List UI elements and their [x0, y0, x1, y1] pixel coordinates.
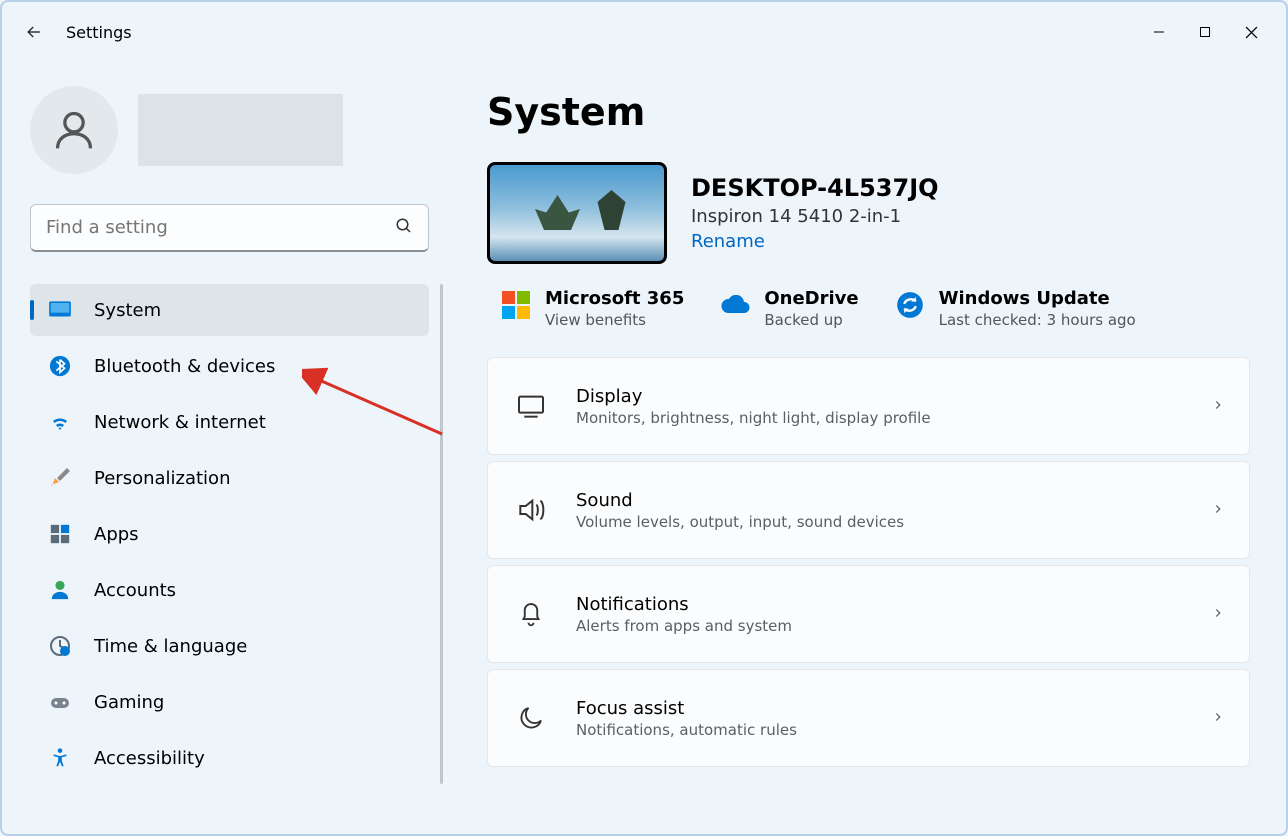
card-focus-assist[interactable]: Focus assist Notifications, automatic ru… — [487, 669, 1250, 767]
sidebar-item-accessibility[interactable]: Accessibility — [30, 732, 429, 784]
sync-icon — [895, 290, 925, 320]
device-header: DESKTOP-4L537JQ Inspiron 14 5410 2-in-1 … — [487, 162, 1250, 264]
sidebar-item-label: Accessibility — [94, 748, 205, 769]
app-title: Settings — [66, 23, 132, 42]
chevron-right-icon — [1211, 709, 1225, 728]
sidebar-item-accounts[interactable]: Accounts — [30, 564, 429, 616]
status-subtitle: Last checked: 3 hours ago — [939, 311, 1136, 329]
bluetooth-icon — [46, 352, 74, 380]
device-info: DESKTOP-4L537JQ Inspiron 14 5410 2-in-1 … — [691, 174, 939, 252]
accessibility-icon — [46, 744, 74, 772]
device-model: Inspiron 14 5410 2-in-1 — [691, 206, 939, 227]
status-row: Microsoft 365 View benefits OneDrive Bac… — [501, 288, 1250, 329]
status-windows-update[interactable]: Windows Update Last checked: 3 hours ago — [895, 288, 1136, 329]
card-subtitle: Notifications, automatic rules — [576, 721, 797, 739]
sidebar-item-bluetooth[interactable]: Bluetooth & devices — [30, 340, 429, 392]
status-title: Microsoft 365 — [545, 288, 684, 309]
card-subtitle: Volume levels, output, input, sound devi… — [576, 513, 904, 531]
maximize-button[interactable] — [1182, 16, 1228, 48]
status-title: OneDrive — [764, 288, 858, 309]
sidebar-item-label: System — [94, 300, 161, 321]
sidebar-item-label: Time & language — [94, 636, 247, 657]
sidebar-item-apps[interactable]: Apps — [30, 508, 429, 560]
sidebar-item-personalization[interactable]: Personalization — [30, 452, 429, 504]
sidebar-item-label: Apps — [94, 524, 139, 545]
person-icon — [52, 108, 96, 152]
sidebar-scrollbar[interactable] — [440, 284, 443, 784]
sidebar: System Bluetooth & devices Network & int… — [2, 62, 457, 834]
status-title: Windows Update — [939, 288, 1136, 309]
sidebar-item-label: Network & internet — [94, 412, 266, 433]
device-name: DESKTOP-4L537JQ — [691, 174, 939, 202]
card-title: Notifications — [576, 594, 792, 615]
chevron-right-icon — [1211, 397, 1225, 416]
avatar — [30, 86, 118, 174]
username-placeholder — [138, 94, 343, 166]
rename-link[interactable]: Rename — [691, 231, 939, 252]
display-icon — [512, 387, 550, 425]
sidebar-item-label: Bluetooth & devices — [94, 356, 275, 377]
settings-cards: Display Monitors, brightness, night ligh… — [487, 357, 1250, 767]
sidebar-item-system[interactable]: System — [30, 284, 429, 336]
sidebar-item-label: Gaming — [94, 692, 164, 713]
gamepad-icon — [46, 688, 74, 716]
brush-icon — [46, 464, 74, 492]
chevron-right-icon — [1211, 501, 1225, 520]
back-icon — [24, 22, 44, 42]
clock-globe-icon — [46, 632, 74, 660]
card-notifications[interactable]: Notifications Alerts from apps and syste… — [487, 565, 1250, 663]
status-microsoft365[interactable]: Microsoft 365 View benefits — [501, 288, 684, 329]
card-subtitle: Monitors, brightness, night light, displ… — [576, 409, 931, 427]
close-icon — [1245, 26, 1258, 39]
card-title: Focus assist — [576, 698, 797, 719]
microsoft-logo-icon — [501, 290, 531, 320]
sidebar-item-label: Personalization — [94, 468, 230, 489]
sidebar-item-network[interactable]: Network & internet — [30, 396, 429, 448]
main-content: System DESKTOP-4L537JQ Inspiron 14 5410 … — [457, 62, 1286, 834]
sidebar-item-label: Accounts — [94, 580, 176, 601]
search-input[interactable] — [30, 204, 429, 252]
status-onedrive[interactable]: OneDrive Backed up — [720, 288, 858, 329]
status-subtitle: Backed up — [764, 311, 858, 329]
card-display[interactable]: Display Monitors, brightness, night ligh… — [487, 357, 1250, 455]
card-sound[interactable]: Sound Volume levels, output, input, soun… — [487, 461, 1250, 559]
wifi-icon — [46, 408, 74, 436]
monitor-icon — [46, 296, 74, 324]
apps-icon — [46, 520, 74, 548]
maximize-icon — [1199, 26, 1211, 38]
status-subtitle: View benefits — [545, 311, 684, 329]
card-title: Display — [576, 386, 931, 407]
search-icon — [395, 217, 413, 239]
titlebar: Settings — [2, 2, 1286, 62]
page-title: System — [487, 90, 1250, 134]
minimize-button[interactable] — [1136, 16, 1182, 48]
sidebar-item-gaming[interactable]: Gaming — [30, 676, 429, 728]
card-title: Sound — [576, 490, 904, 511]
moon-icon — [512, 699, 550, 737]
search-box[interactable] — [30, 204, 429, 252]
chevron-right-icon — [1211, 605, 1225, 624]
card-subtitle: Alerts from apps and system — [576, 617, 792, 635]
cloud-icon — [720, 290, 750, 320]
sound-icon — [512, 491, 550, 529]
back-button[interactable] — [14, 12, 54, 52]
nav-list: System Bluetooth & devices Network & int… — [30, 284, 429, 784]
minimize-icon — [1153, 26, 1165, 38]
sidebar-item-time-language[interactable]: Time & language — [30, 620, 429, 672]
account-icon — [46, 576, 74, 604]
bell-icon — [512, 595, 550, 633]
profile-section[interactable] — [30, 86, 429, 174]
close-button[interactable] — [1228, 16, 1274, 48]
wallpaper-thumbnail[interactable] — [487, 162, 667, 264]
window-controls — [1136, 16, 1274, 48]
